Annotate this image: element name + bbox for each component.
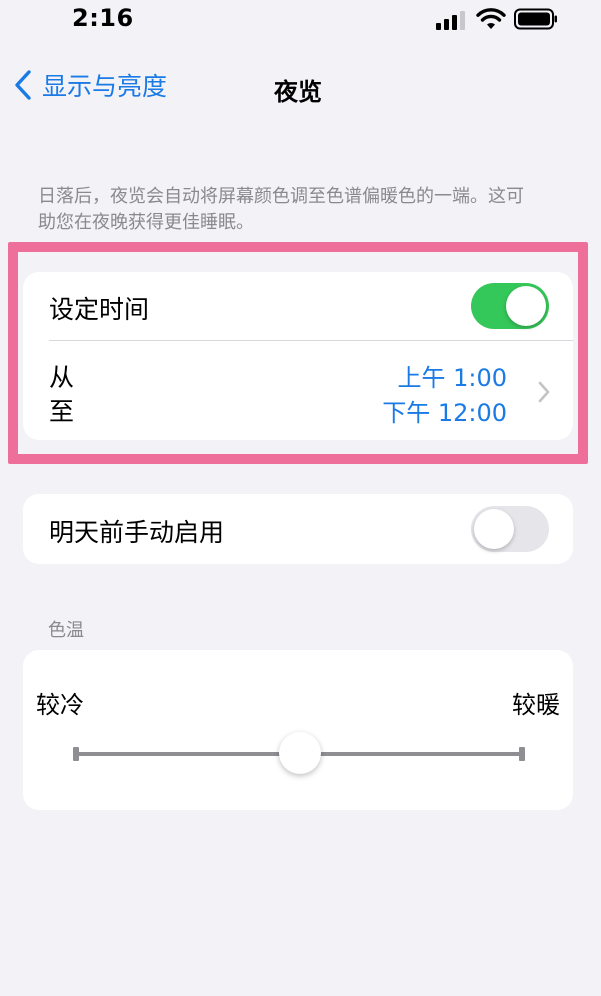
warmer-label: 较暖 [512, 691, 560, 719]
slider-min-tick [73, 747, 79, 761]
manual-enable-card: 明天前手动启用 [23, 494, 573, 564]
toggle-knob [474, 509, 514, 549]
color-temperature-slider-thumb[interactable] [279, 732, 321, 774]
manual-enable-toggle[interactable] [471, 506, 549, 552]
manual-enable-label: 明天前手动启用 [49, 518, 225, 547]
status-bar: 2:16 [0, 0, 601, 44]
cellular-signal-icon [436, 11, 465, 30]
night-shift-description: 日落后，夜览会自动将屏幕颜色调至色谱偏暖色的一端。这可助您在夜晚获得更佳睡眠。 [38, 186, 524, 233]
highlight-frame [8, 242, 588, 464]
cooler-label: 较冷 [36, 691, 84, 719]
navigation-bar: 显示与亮度 夜览 [0, 60, 601, 110]
color-temperature-card: 较冷 较暖 [23, 650, 573, 810]
wifi-icon [476, 8, 506, 29]
page-title: 夜览 [274, 78, 322, 106]
slider-max-tick [519, 747, 525, 761]
battery-icon [514, 8, 557, 30]
color-temperature-header: 色温 [48, 620, 84, 641]
status-time: 2:16 [72, 4, 134, 32]
